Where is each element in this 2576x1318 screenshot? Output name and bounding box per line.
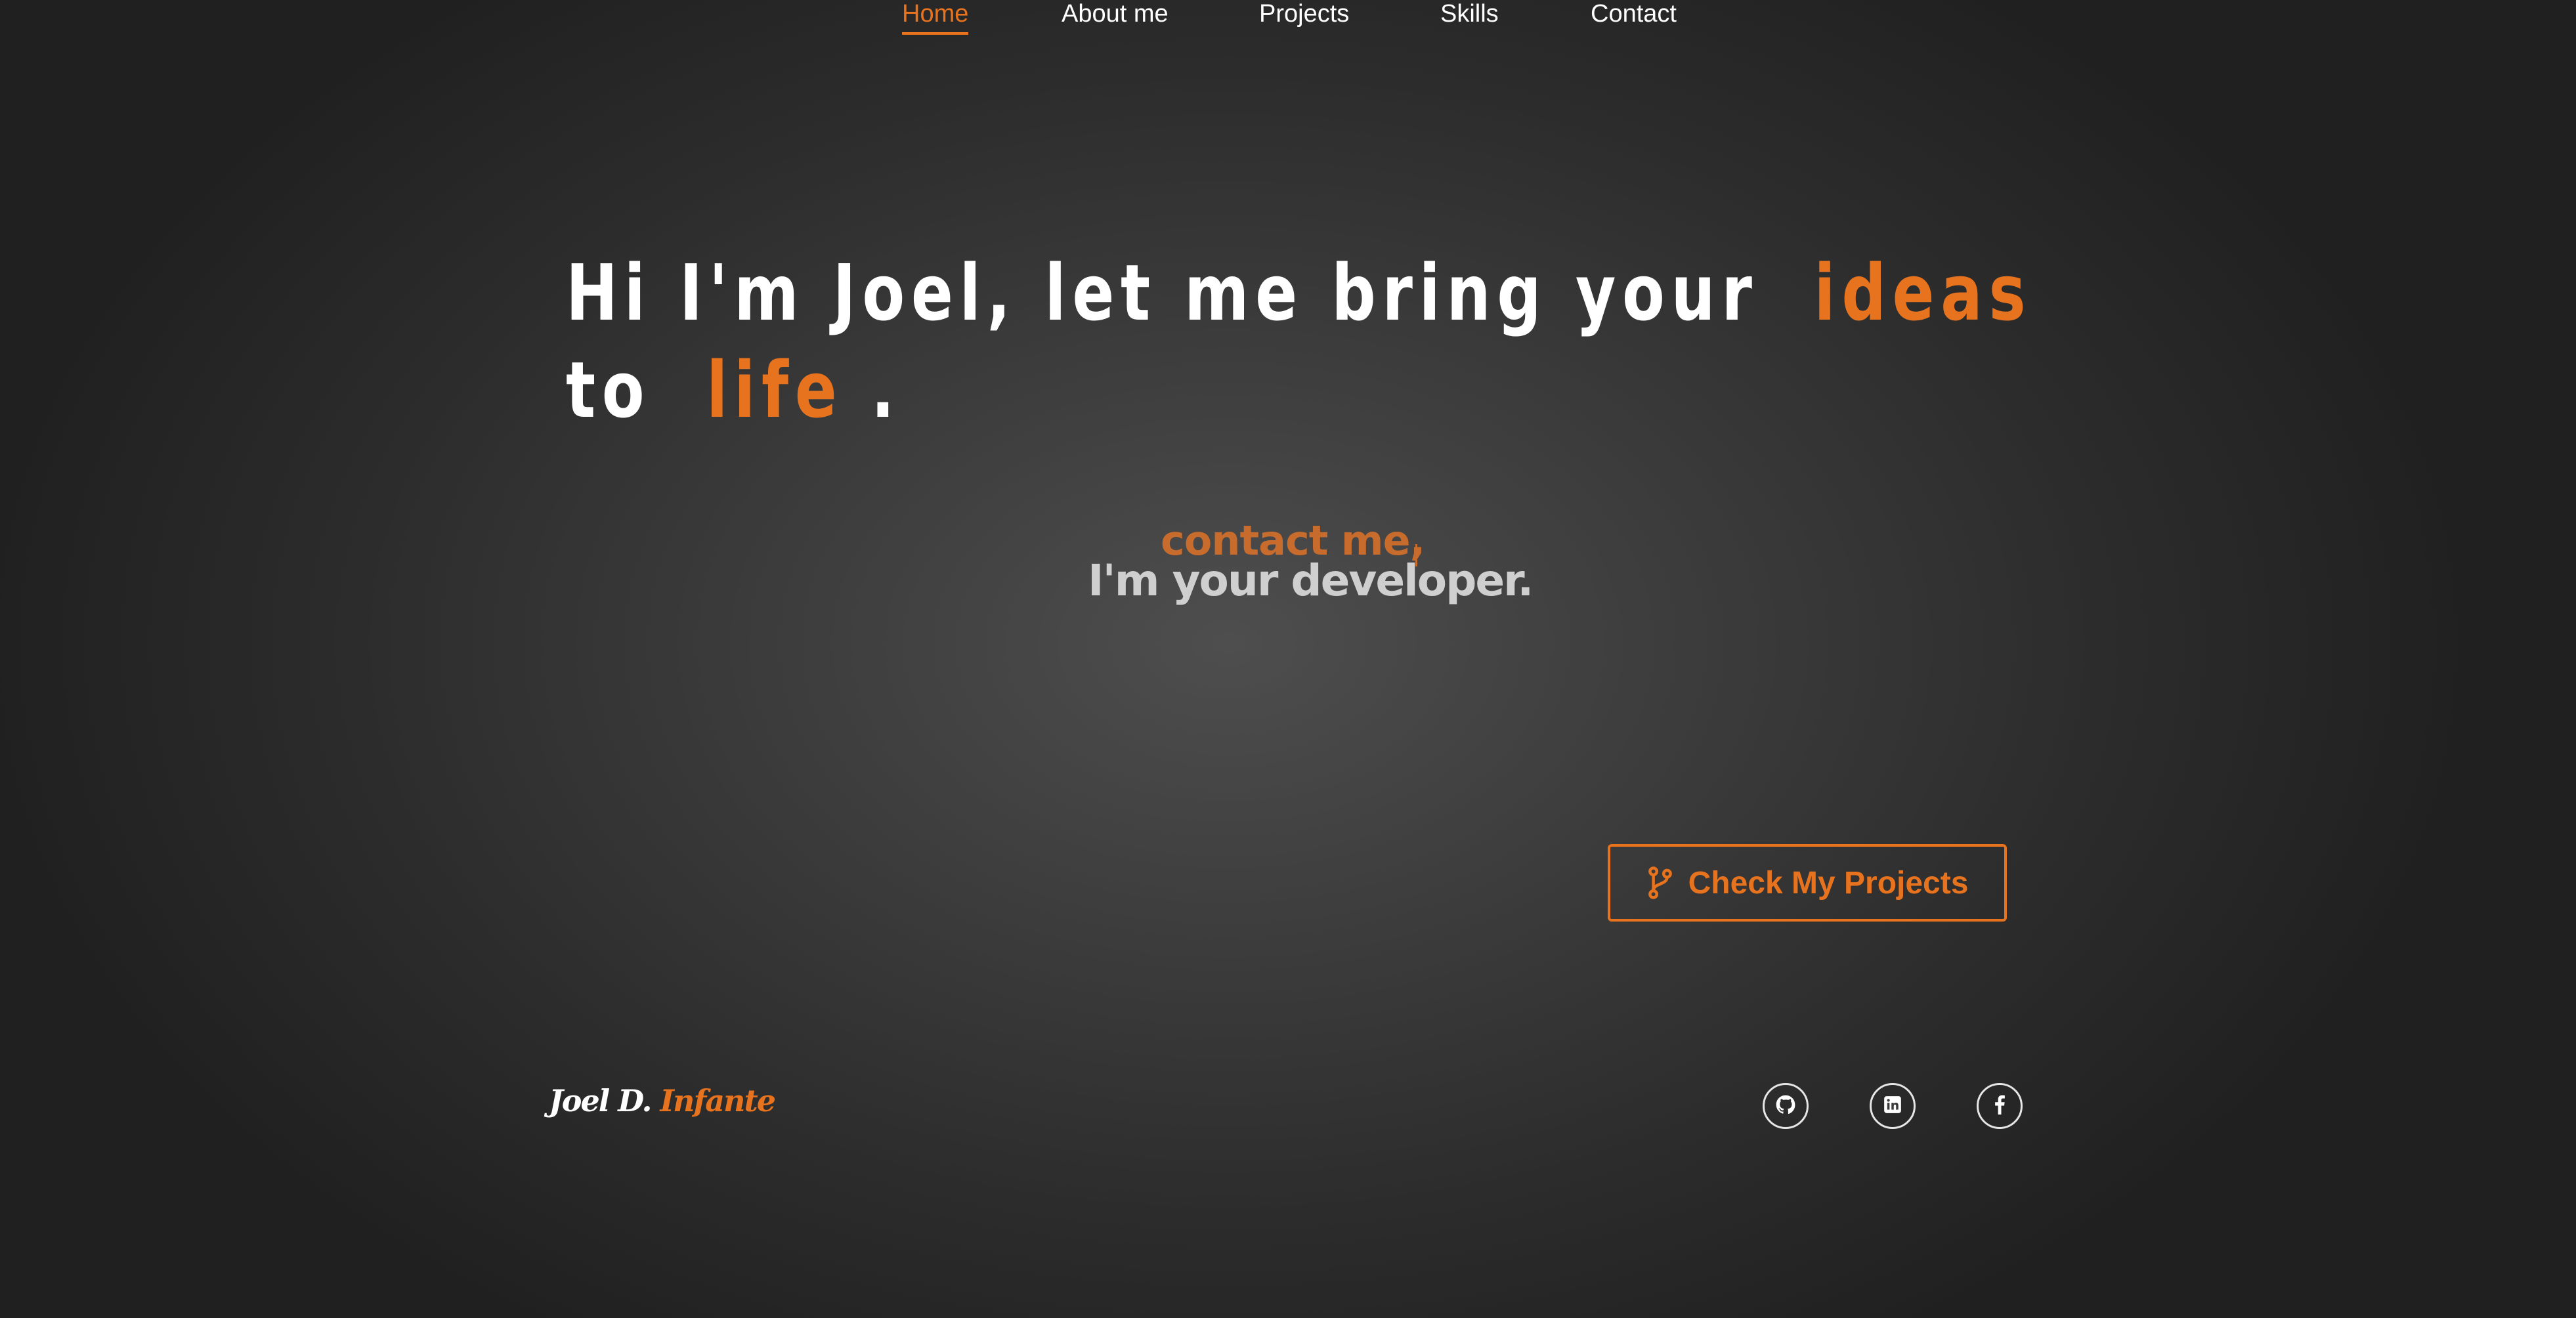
nav-item-projects[interactable]: Projects [1259, 0, 1349, 28]
hero-accent-life: life [706, 345, 844, 435]
hero-accent-ideas: ideas [1814, 247, 2032, 338]
facebook-link[interactable] [1977, 1083, 2023, 1129]
tagline: I'm your developer. [1088, 555, 1534, 606]
nav-item-about-me[interactable]: About me [1062, 0, 1169, 28]
nav-item-skills[interactable]: Skills [1440, 0, 1499, 28]
facebook-icon [1993, 1095, 2006, 1118]
brand-last-name: Infante [660, 1083, 776, 1118]
brand-first-name: Joel D. [549, 1083, 652, 1118]
github-icon [1776, 1095, 1795, 1118]
linkedin-icon [1883, 1095, 1902, 1117]
check-projects-button[interactable]: Check My Projects [1608, 844, 2007, 922]
nav-item-home[interactable]: Home [902, 0, 969, 35]
hero-line1-prefix: Hi I'm Joel, let me bring your [566, 247, 1759, 338]
nav-item-contact[interactable]: Contact [1591, 0, 1677, 28]
linkedin-link[interactable] [1870, 1083, 1916, 1129]
git-branch-icon [1646, 866, 1674, 900]
github-link[interactable] [1763, 1083, 1809, 1129]
check-projects-label: Check My Projects [1688, 865, 1969, 901]
hero-heading: Hi I'm Joel, let me bring your ideas to … [566, 244, 2026, 438]
hero-line2-prefix: to [566, 345, 651, 435]
hero-line2-suffix: . [870, 345, 901, 435]
brand-logo: Joel D. Infante [549, 1083, 776, 1118]
